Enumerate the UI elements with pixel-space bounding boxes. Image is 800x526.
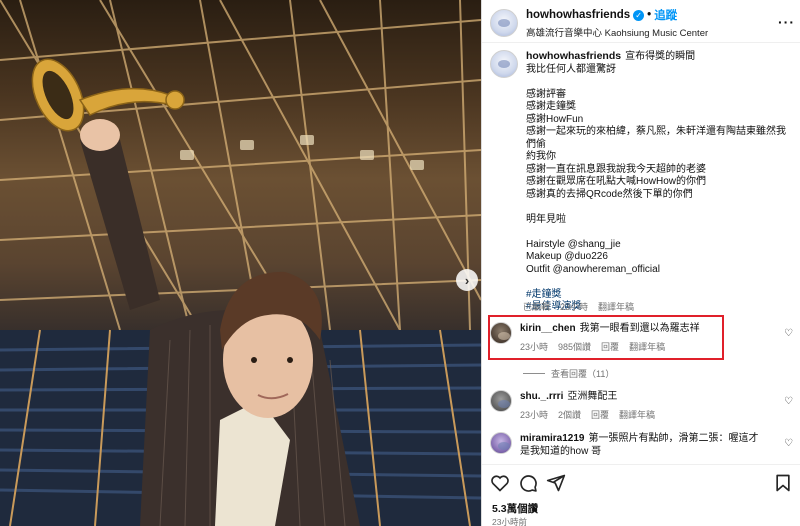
replies-dash (523, 373, 545, 374)
translate-link[interactable]: 翻譯年稿 (629, 341, 665, 354)
comment-username[interactable]: miramira1219 (520, 433, 585, 444)
post-detail-panel: howhowhasfriends ✓ • 追蹤 高雄流行音樂中心 Kaohsiu… (481, 0, 800, 526)
comment-likes[interactable]: 2個讚 (558, 409, 581, 422)
header-divider (482, 42, 800, 43)
caption-gap (526, 276, 795, 289)
caption-line: 感謝一起來玩的來柏緯，蔡凡熙，朱軒洋還有陶喆東雖然我們偷 (526, 126, 786, 150)
caption-username[interactable]: howhowhasfriends (526, 50, 621, 62)
post-caption: howhowhasfriends 宣布得獎的瞬間 我比任何人都還驚訝 感謝評審 感… (490, 50, 795, 314)
bookmark-icon[interactable] (773, 473, 793, 493)
location-link[interactable]: 高雄流行音樂中心 Kaohsiung Music Center (526, 25, 708, 39)
caption-line: 約我你 (526, 151, 556, 162)
post-timestamp: 23小時前 (492, 517, 527, 526)
comment-likes[interactable]: 985個讚 (558, 341, 591, 354)
caption-gap (526, 76, 795, 89)
comment-username[interactable]: shu._.rrri (520, 391, 563, 402)
chevron-right-icon: › (464, 272, 470, 288)
caption-line: Hairstyle @shang_jie (526, 238, 621, 250)
caption-line: 感謝一直在訊息跟我說我今天超帥的老婆 (526, 163, 706, 175)
caption-line: 明年見啦 (526, 213, 566, 225)
caption-line: 感謝HowFun (526, 113, 584, 125)
comment-text: 亞洲舞配王 (567, 391, 618, 402)
caption-gap (526, 226, 795, 239)
caption-line: 我比任何人都還驚訝 (526, 63, 616, 75)
action-bar: 5.3萬個讚 23小時前 (482, 464, 800, 526)
comment-item: miramira1219 第一張照片有點帥，滑第二張：喔這才是我知道的how 哥 … (490, 432, 795, 458)
comment-item: kirin__chen 我第一眼看到還以為羅志祥 23小時 985個讚 回覆 翻譯… (490, 322, 795, 354)
caption-gap (526, 201, 795, 214)
comment-avatar[interactable] (490, 322, 512, 344)
next-photo-button[interactable]: › (456, 269, 478, 291)
caption-line: 感謝在觀眾席在吼點大喊HowHow的你們 (526, 176, 707, 187)
concert-hall-scene (0, 0, 481, 526)
comment-time: 23小時 (520, 410, 549, 420)
comment-username[interactable]: kirin__chen (520, 323, 576, 334)
comment-avatar[interactable] (490, 390, 512, 412)
post-header: howhowhasfriends ✓ • 追蹤 高雄流行音樂中心 Kaohsiu… (490, 6, 795, 40)
post-photo: › (0, 0, 481, 526)
reply-button[interactable]: 回覆 (591, 409, 609, 422)
comment-like-heart-icon[interactable]: ♡ (784, 328, 793, 339)
more-options-icon[interactable]: ··· (778, 14, 795, 30)
caption-line: 感謝走鐘獎 (526, 101, 576, 112)
view-replies-button[interactable]: 查看回覆（11） (523, 367, 614, 380)
view-replies-label[interactable]: 查看回覆（11） (551, 367, 614, 380)
translate-link[interactable]: 翻譯年稿 (598, 300, 634, 313)
caption-avatar[interactable] (490, 50, 518, 78)
comment-text: 我第一眼看到還以為羅志祥 (579, 323, 700, 334)
comment-item: shu._.rrri 亞洲舞配王 23小時 2個讚 回覆 翻譯年稿 ♡ (490, 390, 795, 422)
reply-button[interactable]: 回覆 (601, 341, 619, 354)
caption-meta: 已編輯 23小時 翻譯年稿 (523, 300, 634, 313)
heart-icon[interactable] (490, 473, 510, 493)
caption-line: 感謝評審 (526, 88, 566, 100)
translate-link[interactable]: 翻譯年稿 (619, 409, 655, 422)
caption-time: 23小時 (560, 302, 589, 312)
verified-badge-icon: ✓ (633, 9, 645, 21)
comment-time: 23小時 (520, 342, 549, 352)
follow-button[interactable]: 追蹤 (654, 7, 677, 23)
likes-count[interactable]: 5.3萬個讚 (492, 501, 538, 516)
comment-like-heart-icon[interactable]: ♡ (784, 438, 793, 449)
caption-line: 感謝真的去掃QRcode然後下單的你們 (526, 188, 693, 200)
caption-line: Outfit @anowhereman_official (526, 263, 660, 275)
avatar[interactable] (490, 9, 518, 37)
share-icon[interactable] (546, 473, 566, 493)
header-username[interactable]: howhowhasfriends (526, 9, 630, 21)
comment-icon[interactable] (518, 473, 538, 493)
separator-dot: • (647, 9, 652, 21)
comment-like-heart-icon[interactable]: ♡ (784, 396, 793, 407)
edited-label: 已編輯 (523, 302, 551, 312)
caption-line: Makeup @duo226 (526, 251, 608, 262)
comment-avatar[interactable] (490, 432, 512, 454)
caption-line: 宣布得獎的瞬間 (625, 51, 696, 62)
